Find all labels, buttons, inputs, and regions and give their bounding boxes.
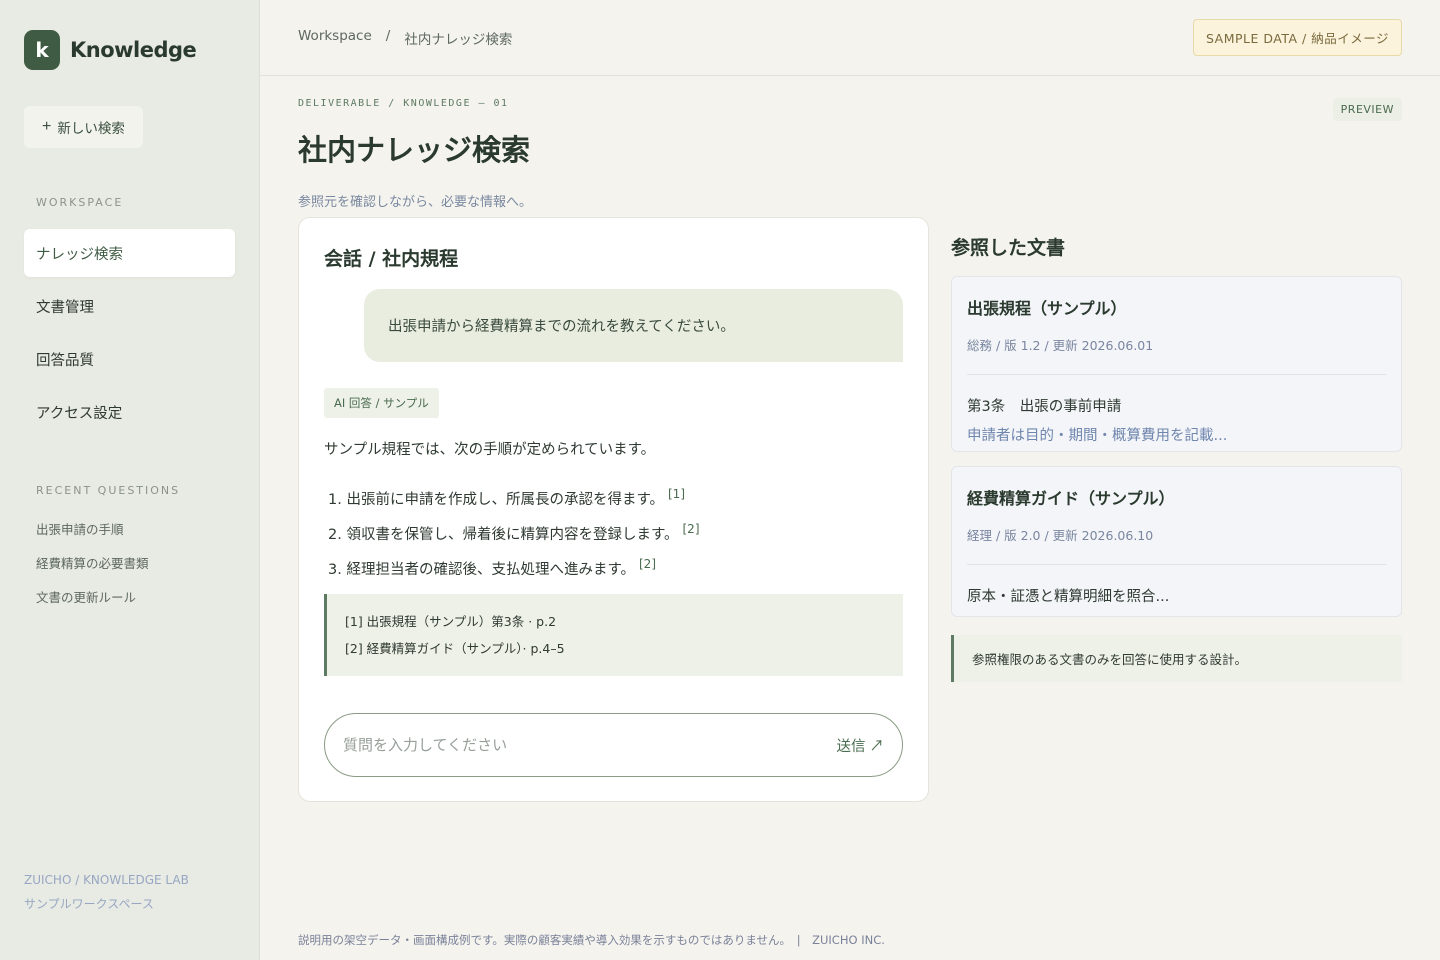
answer-step: 2. 領収書を保管し、帰着後に精算内容を登録します。 [2] [324,522,903,557]
sidebar-item-label: アクセス設定 [36,405,123,422]
sidebar-footer: ZUICHO / KNOWLEDGE LAB サンプルワークスペース [24,868,189,916]
access-note: 参照権限のある文書のみを回答に使用する設計。 [951,635,1402,682]
step-text: 1. 出張前に申請を作成し、所属長の承認を得ます。 [328,491,664,508]
divider [967,374,1386,375]
main-area: Workspace / 社内ナレッジ検索 SAMPLE DATA / 納品イメー… [260,0,1440,960]
references-panel-title: 参照した文書 [951,237,1066,259]
sidebar-item-label: ナレッジ検索 [36,246,123,263]
document-card[interactable]: 出張規程（サンプル） 総務 / 版 1.2 / 更新 2026.06.01 第3… [951,276,1402,452]
answer-step: 1. 出張前に申請を作成し、所属長の承認を得ます。 [1] [324,487,903,522]
document-excerpt-body: 申請者は目的・期間・概算費用を記載... [967,428,1228,444]
page-title: 社内ナレッジ検索 [298,133,531,167]
breadcrumb-workspace[interactable]: Workspace [298,28,372,48]
question-input-box: 送信 ↗ [324,713,903,777]
recent-question-item[interactable]: 出張申請の手順 [36,519,235,553]
reference-item[interactable]: [1] 出張規程（サンプル）第3条 · p.2 [345,608,885,635]
user-message: 出張申請から経費精算までの流れを教えてください。 [364,289,903,362]
references-block: [1] 出張規程（サンプル）第3条 · p.2 [2] 経費精算ガイド（サンプル… [324,594,903,676]
ai-answer-tag: AI 回答 / サンプル [324,388,439,418]
chat-title: 会話 / 社内規程 [324,248,459,270]
answer-steps: 1. 出張前に申請を作成し、所属長の承認を得ます。 [1] 2. 領収書を保管し、… [324,487,903,592]
citation-link[interactable]: [2] [639,557,656,571]
new-search-button[interactable]: + 新しい検索 [24,106,143,148]
sidebar-item-label: 回答品質 [36,352,94,369]
content: 会話 / 社内規程 出張申請から経費精算までの流れを教えてください。 AI 回答… [260,217,1440,802]
step-text: 3. 経理担当者の確認後、支払処理へ進みます。 [328,561,635,578]
answer-step: 3. 経理担当者の確認後、支払処理へ進みます。 [2] [324,557,903,592]
document-title: 出張規程（サンプル） [967,299,1127,318]
brand[interactable]: k Knowledge [24,30,235,70]
sidebar-item-answer-quality[interactable]: 回答品質 [24,335,235,383]
sample-data-badge: SAMPLE DATA / 納品イメージ [1193,19,1402,56]
recent-questions-list: 出張申請の手順 経費精算の必要書類 文書の更新ルール [24,519,235,621]
brand-logo: k [24,30,60,70]
citation-link[interactable]: [1] [668,487,685,501]
send-button[interactable]: 送信 ↗ [836,735,884,756]
references-panel: 参照した文書 出張規程（サンプル） 総務 / 版 1.2 / 更新 2026.0… [951,217,1402,802]
sidebar-item-access-settings[interactable]: アクセス設定 [24,388,235,436]
breadcrumb-separator: / [385,27,391,44]
sidebar-item-label: 文書管理 [36,299,94,316]
page-subtitle: 参照元を確認しながら、必要な情報へ。 [298,195,533,210]
workspace-name: サンプルワークスペース [24,897,154,911]
document-excerpt-title: 原本・証憑と精算明細を照合... [967,589,1170,605]
breadcrumb-current: 社内ナレッジ検索 [404,31,513,48]
document-meta: 経理 / 版 2.0 / 更新 2026.06.10 [967,528,1154,543]
step-text: 2. 領収書を保管し、帰着後に精算内容を登録します。 [328,526,679,543]
topbar: Workspace / 社内ナレッジ検索 SAMPLE DATA / 納品イメー… [260,0,1440,76]
document-card[interactable]: 経費精算ガイド（サンプル） 経理 / 版 2.0 / 更新 2026.06.10… [951,466,1402,617]
sidebar-nav: ナレッジ検索 文書管理 回答品質 アクセス設定 [24,229,235,436]
chat-card: 会話 / 社内規程 出張申請から経費精算までの流れを教えてください。 AI 回答… [298,217,929,802]
brand-name: Knowledge [70,38,197,62]
org-name: ZUICHO / KNOWLEDGE LAB [24,873,189,887]
reference-item[interactable]: [2] 経費精算ガイド（サンプル）· p.4–5 [345,635,885,662]
sidebar-item-document-management[interactable]: 文書管理 [24,282,235,330]
recent-question-item[interactable]: 文書の更新ルール [36,587,235,621]
recent-questions-label: RECENT QUESTIONS [36,484,181,497]
workspace-section-label: WORKSPACE [36,196,124,209]
new-search-label: 新しい検索 [57,121,125,136]
page-eyebrow: DELIVERABLE / KNOWLEDGE — 01 [298,98,509,109]
page-header: DELIVERABLE / KNOWLEDGE — 01 PREVIEW 社内ナ… [260,76,1440,217]
preview-tag: PREVIEW [1332,98,1402,121]
plus-icon: + [42,118,52,135]
divider [967,564,1386,565]
sidebar-item-knowledge-search[interactable]: ナレッジ検索 [24,229,235,277]
document-title: 経費精算ガイド（サンプル） [967,489,1175,508]
sidebar: k Knowledge + 新しい検索 WORKSPACE ナレッジ検索 文書管… [0,0,260,960]
citation-link[interactable]: [2] [683,522,700,536]
app-root: k Knowledge + 新しい検索 WORKSPACE ナレッジ検索 文書管… [0,0,1440,960]
footer-note: 説明用の架空データ・画面構成例です。実際の顧客実績や導入効果を示すものではありま… [298,933,885,947]
ai-answer-intro: サンプル規程では、次の手順が定められています。 [324,442,656,458]
breadcrumb: Workspace / 社内ナレッジ検索 [298,28,512,48]
document-excerpt-title: 第3条 出張の事前申請 [967,399,1122,415]
recent-question-item[interactable]: 経費精算の必要書類 [36,553,235,587]
document-meta: 総務 / 版 1.2 / 更新 2026.06.01 [967,338,1154,353]
question-input[interactable] [343,736,783,754]
